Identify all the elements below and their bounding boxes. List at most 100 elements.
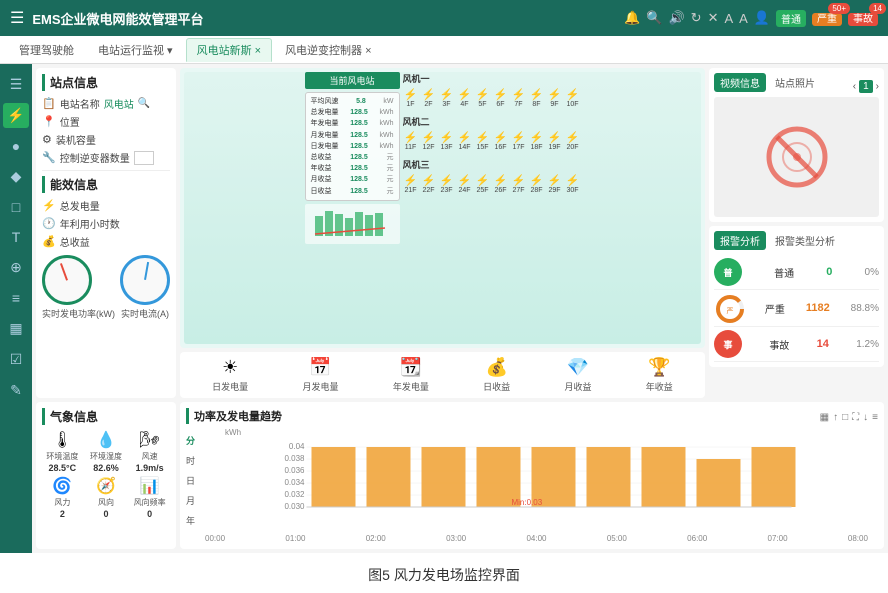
alert-row-normal: 普 普通 0 0% bbox=[714, 255, 879, 290]
turbine-24f[interactable]: ⚡24F bbox=[457, 176, 473, 194]
alert-row-accident: 事 事故 14 1.2% bbox=[714, 327, 879, 362]
sidebar-icon-t[interactable]: T bbox=[8, 225, 25, 249]
time-btn-month[interactable]: 月 bbox=[186, 492, 195, 509]
tab-station-photo[interactable]: 站点照片 bbox=[769, 73, 821, 92]
turbine-25f[interactable]: ⚡25F bbox=[475, 176, 491, 194]
sound-icon[interactable]: 🔊 bbox=[668, 10, 684, 26]
turbine-2f[interactable]: ⚡2F bbox=[421, 90, 437, 108]
chart-title: 功率及发电量趋势 bbox=[186, 408, 282, 424]
sidebar-icon-square[interactable]: □ bbox=[8, 195, 24, 219]
search-icon-small[interactable]: 🔍 bbox=[138, 98, 150, 109]
sidebar-icon-power[interactable]: ⚡ bbox=[3, 103, 28, 128]
user-icon[interactable]: 👤 bbox=[754, 10, 770, 26]
turbine-18f[interactable]: ⚡18F bbox=[529, 133, 545, 151]
sidebar-icon-plus[interactable]: ⊕ bbox=[6, 255, 26, 280]
turbine-11f[interactable]: ⚡11F bbox=[403, 133, 419, 151]
turbine-13f[interactable]: ⚡13F bbox=[439, 133, 455, 151]
tab-alert-analysis[interactable]: 报警分析 bbox=[714, 231, 766, 250]
font-a-icon[interactable]: A bbox=[724, 11, 733, 26]
sidebar-icon-diamond[interactable]: ◆ bbox=[7, 164, 26, 189]
wind-speed-label: 风速 bbox=[142, 451, 158, 462]
page-caption: 图5 风力发电场监控界面 bbox=[368, 553, 520, 593]
normal-alert-label: 普通 bbox=[774, 265, 794, 280]
sidebar-icon-menu[interactable]: ☰ bbox=[6, 72, 27, 97]
next-photo-btn[interactable]: › bbox=[876, 81, 879, 92]
icon-monthly-profit[interactable]: 💎 月收益 bbox=[564, 357, 591, 393]
tab-video-info[interactable]: 视频信息 bbox=[714, 73, 766, 92]
tab-alert-type-analysis[interactable]: 报警类型分析 bbox=[769, 231, 841, 250]
wind-speed-value: 1.9m/s bbox=[136, 463, 164, 473]
turbine-23f[interactable]: ⚡23F bbox=[439, 176, 455, 194]
turbine-4f[interactable]: ⚡4F bbox=[457, 90, 473, 108]
tab-wind-inverter[interactable]: 风电逆变控制器 × bbox=[274, 38, 382, 62]
data-row-3: 年发电量128.5kWh bbox=[311, 118, 394, 129]
annual-power-label: 年发电量 bbox=[393, 380, 429, 393]
turbine-20f[interactable]: ⚡20F bbox=[565, 133, 581, 151]
sidebar-icon-grid[interactable]: ▦ bbox=[5, 316, 26, 341]
time-btn-year[interactable]: 年 bbox=[186, 512, 195, 529]
turbine-5f[interactable]: ⚡5F bbox=[475, 90, 491, 108]
station-name-label: 电站名称 bbox=[60, 96, 100, 111]
tab-station-monitor[interactable]: 电站运行监视 ▾ bbox=[87, 38, 184, 62]
close-icon[interactable]: ✕ bbox=[708, 10, 719, 26]
turbine-27f[interactable]: ⚡27F bbox=[511, 176, 527, 194]
turbine-6f[interactable]: ⚡6F bbox=[493, 90, 509, 108]
turbine-10f[interactable]: ⚡10F bbox=[565, 90, 581, 108]
station-name-icon: 📋 bbox=[42, 97, 56, 110]
icon-annual-profit[interactable]: 🏆 年收益 bbox=[646, 357, 673, 393]
prev-photo-btn[interactable]: ‹ bbox=[853, 81, 856, 92]
turbine-19f[interactable]: ⚡19F bbox=[547, 133, 563, 151]
chart-bar-icon[interactable]: ▦ bbox=[820, 412, 829, 423]
time-sidebar: 分 时 日 月 年 bbox=[186, 428, 195, 543]
turbine-28f[interactable]: ⚡28F bbox=[529, 176, 545, 194]
turbine-17f[interactable]: ⚡17F bbox=[511, 133, 527, 151]
right-panel: 视频信息 站点照片 ‹ 1 › bbox=[709, 68, 884, 398]
time-btn-minute[interactable]: 分 bbox=[186, 432, 195, 449]
icon-annual-power[interactable]: 📆 年发电量 bbox=[393, 357, 429, 393]
no-photo-svg bbox=[762, 122, 832, 192]
turbine-3f[interactable]: ⚡3F bbox=[439, 90, 455, 108]
search-icon[interactable]: 🔍 bbox=[646, 10, 662, 26]
turbine-1f[interactable]: ⚡1F bbox=[403, 90, 419, 108]
turbine-16f[interactable]: ⚡16F bbox=[493, 133, 509, 151]
sidebar-icon-edit[interactable]: ✎ bbox=[6, 378, 26, 403]
chart-more-icon[interactable]: ≡ bbox=[872, 412, 878, 423]
chart-up-icon[interactable]: ↑ bbox=[833, 412, 838, 423]
turbine-26f[interactable]: ⚡26F bbox=[493, 176, 509, 194]
turbine-15f[interactable]: ⚡15F bbox=[475, 133, 491, 151]
time-btn-day[interactable]: 日 bbox=[186, 472, 195, 489]
inverter-input[interactable] bbox=[134, 151, 154, 165]
normal-alert-circle: 普 bbox=[714, 258, 742, 286]
sidebar-icon-dot[interactable]: ● bbox=[8, 134, 24, 158]
refresh-icon[interactable]: ↻ bbox=[691, 10, 702, 26]
tab-dashboard[interactable]: 管理驾驶舱 bbox=[8, 38, 85, 62]
tab-wind-station[interactable]: 风电站新斯 × bbox=[186, 38, 272, 62]
weather-temp: 🌡 环境温度 28.5°C bbox=[42, 430, 83, 473]
icon-daily-power[interactable]: ☀ 日发电量 bbox=[212, 357, 248, 393]
font-a2-icon[interactable]: A bbox=[739, 11, 748, 26]
icon-daily-profit[interactable]: 💰 日收益 bbox=[483, 357, 510, 393]
bell-icon[interactable]: 🔔 bbox=[624, 10, 640, 26]
turbine-29f[interactable]: ⚡29F bbox=[547, 176, 563, 194]
sidebar-icon-list[interactable]: ≡ bbox=[8, 286, 24, 310]
turbine-21f[interactable]: ⚡21F bbox=[403, 176, 419, 194]
chart-download-icon[interactable]: ↓ bbox=[863, 412, 868, 423]
turbine-12f[interactable]: ⚡12F bbox=[421, 133, 437, 151]
chart-expand-icon[interactable]: □ bbox=[842, 412, 848, 423]
sidebar-icon-check[interactable]: ☑ bbox=[6, 347, 27, 372]
turbine-14f[interactable]: ⚡14F bbox=[457, 133, 473, 151]
icon-monthly-power[interactable]: 📅 月发电量 bbox=[302, 357, 338, 393]
svg-text:0.030: 0.030 bbox=[284, 502, 305, 511]
bottom-section: 气象信息 🌡 环境温度 28.5°C 💧 环境湿度 82.6% bbox=[32, 402, 888, 553]
middle-panel: 当前风电站 平均风速5.8kW 总发电量128.5kWh 年发电量128.5kW… bbox=[180, 68, 705, 398]
daily-profit-label: 日收益 bbox=[483, 380, 510, 393]
turbine-30f[interactable]: ⚡30F bbox=[565, 176, 581, 194]
chart-fullscreen-icon[interactable]: ⛶ bbox=[852, 412, 859, 423]
turbine-9f[interactable]: ⚡9F bbox=[547, 90, 563, 108]
turbine-7f[interactable]: ⚡7F bbox=[511, 90, 527, 108]
menu-icon[interactable]: ☰ bbox=[10, 8, 24, 28]
time-btn-hour[interactable]: 时 bbox=[186, 452, 195, 469]
turbine-8f[interactable]: ⚡8F bbox=[529, 90, 545, 108]
turbine-22f[interactable]: ⚡22F bbox=[421, 176, 437, 194]
trophy-icon: 🏆 bbox=[648, 357, 670, 378]
